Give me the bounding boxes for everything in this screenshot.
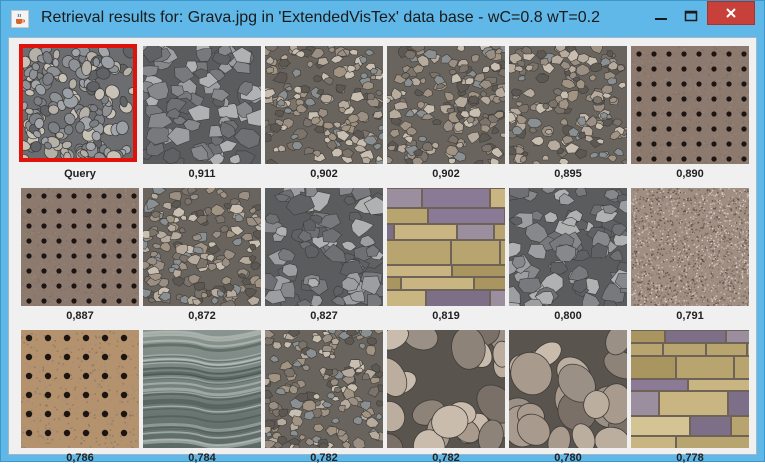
result-thumbnail[interactable] [21, 188, 139, 306]
similarity-score: 0,872 [143, 310, 261, 322]
texture-image [21, 188, 139, 306]
texture-image [387, 46, 505, 164]
similarity-score: 0,780 [509, 452, 627, 464]
java-cup-icon[interactable] [11, 10, 29, 28]
maximize-icon [684, 10, 698, 22]
texture-image [387, 188, 505, 306]
texture-image [23, 48, 133, 158]
retrieval-window: Retrieval results for: Grava.jpg in 'Ext… [0, 0, 765, 462]
close-icon [725, 7, 737, 19]
result-thumbnail[interactable] [21, 330, 139, 448]
maximize-button[interactable] [677, 5, 705, 27]
result-item[interactable]: 0,782 [387, 330, 505, 466]
query-thumbnail[interactable] [19, 44, 137, 162]
result-thumbnail[interactable] [387, 46, 505, 164]
result-thumbnail[interactable] [631, 188, 749, 306]
result-thumbnail[interactable] [387, 188, 505, 306]
similarity-score: 0,911 [143, 168, 261, 180]
texture-image [265, 330, 383, 448]
result-thumbnail[interactable] [631, 330, 749, 448]
close-button[interactable] [707, 1, 755, 25]
texture-image [631, 188, 749, 306]
similarity-score: 0,902 [387, 168, 505, 180]
result-item[interactable]: 0,782 [265, 330, 383, 466]
similarity-score: 0,786 [21, 452, 139, 464]
texture-image [509, 188, 627, 306]
similarity-score: 0,890 [631, 168, 749, 180]
result-thumbnail[interactable] [265, 46, 383, 164]
result-thumbnail[interactable] [631, 46, 749, 164]
minimize-button[interactable] [647, 5, 675, 27]
result-item[interactable]: 0,778 [631, 330, 749, 466]
result-thumbnail[interactable] [509, 188, 627, 306]
result-item[interactable]: 0,902 [387, 46, 505, 182]
texture-image [631, 46, 749, 164]
result-item[interactable]: 0,786 [21, 330, 139, 466]
similarity-score: 0,800 [509, 310, 627, 322]
texture-image [631, 330, 749, 448]
result-thumbnail[interactable] [143, 46, 261, 164]
similarity-score: 0,895 [509, 168, 627, 180]
similarity-score: 0,827 [265, 310, 383, 322]
query-label: Query [21, 168, 139, 180]
texture-image [143, 46, 261, 164]
result-thumbnail[interactable] [265, 188, 383, 306]
similarity-score: 0,819 [387, 310, 505, 322]
result-item[interactable]: 0,902 [265, 46, 383, 182]
similarity-score: 0,782 [387, 452, 505, 464]
result-item[interactable]: 0,784 [143, 330, 261, 466]
result-item[interactable]: 0,780 [509, 330, 627, 466]
similarity-score: 0,902 [265, 168, 383, 180]
texture-image [509, 330, 627, 448]
similarity-score: 0,784 [143, 452, 261, 464]
result-thumbnail[interactable] [509, 46, 627, 164]
similarity-score: 0,782 [265, 452, 383, 464]
result-item[interactable]: 0,887 [21, 188, 139, 324]
result-thumbnail[interactable] [509, 330, 627, 448]
results-panel: Query 0,911 0,902 0,902 0,895 0,890 0,887 0,872… [8, 37, 757, 455]
similarity-score: 0,887 [21, 310, 139, 322]
result-item[interactable]: 0,895 [509, 46, 627, 182]
texture-image [387, 330, 505, 448]
minimize-icon [654, 11, 668, 21]
similarity-score: 0,791 [631, 310, 749, 322]
texture-image [509, 46, 627, 164]
similarity-score: 0,778 [631, 452, 749, 464]
title-bar[interactable]: Retrieval results for: Grava.jpg in 'Ext… [1, 1, 764, 37]
texture-image [265, 188, 383, 306]
window-title: Retrieval results for: Grava.jpg in 'Ext… [41, 9, 600, 27]
result-thumbnail[interactable] [143, 188, 261, 306]
texture-image [265, 46, 383, 164]
result-item[interactable]: 0,911 [143, 46, 261, 182]
result-thumbnail[interactable] [265, 330, 383, 448]
result-item[interactable]: 0,800 [509, 188, 627, 324]
result-item[interactable]: 0,827 [265, 188, 383, 324]
result-item[interactable]: 0,872 [143, 188, 261, 324]
result-item[interactable]: 0,890 [631, 46, 749, 182]
result-thumbnail[interactable] [387, 330, 505, 448]
texture-image [143, 188, 261, 306]
texture-image [21, 330, 139, 448]
result-thumbnail[interactable] [143, 330, 261, 448]
result-item[interactable]: 0,819 [387, 188, 505, 324]
query-result[interactable]: Query [21, 46, 139, 182]
result-item[interactable]: 0,791 [631, 188, 749, 324]
texture-image [143, 330, 261, 448]
